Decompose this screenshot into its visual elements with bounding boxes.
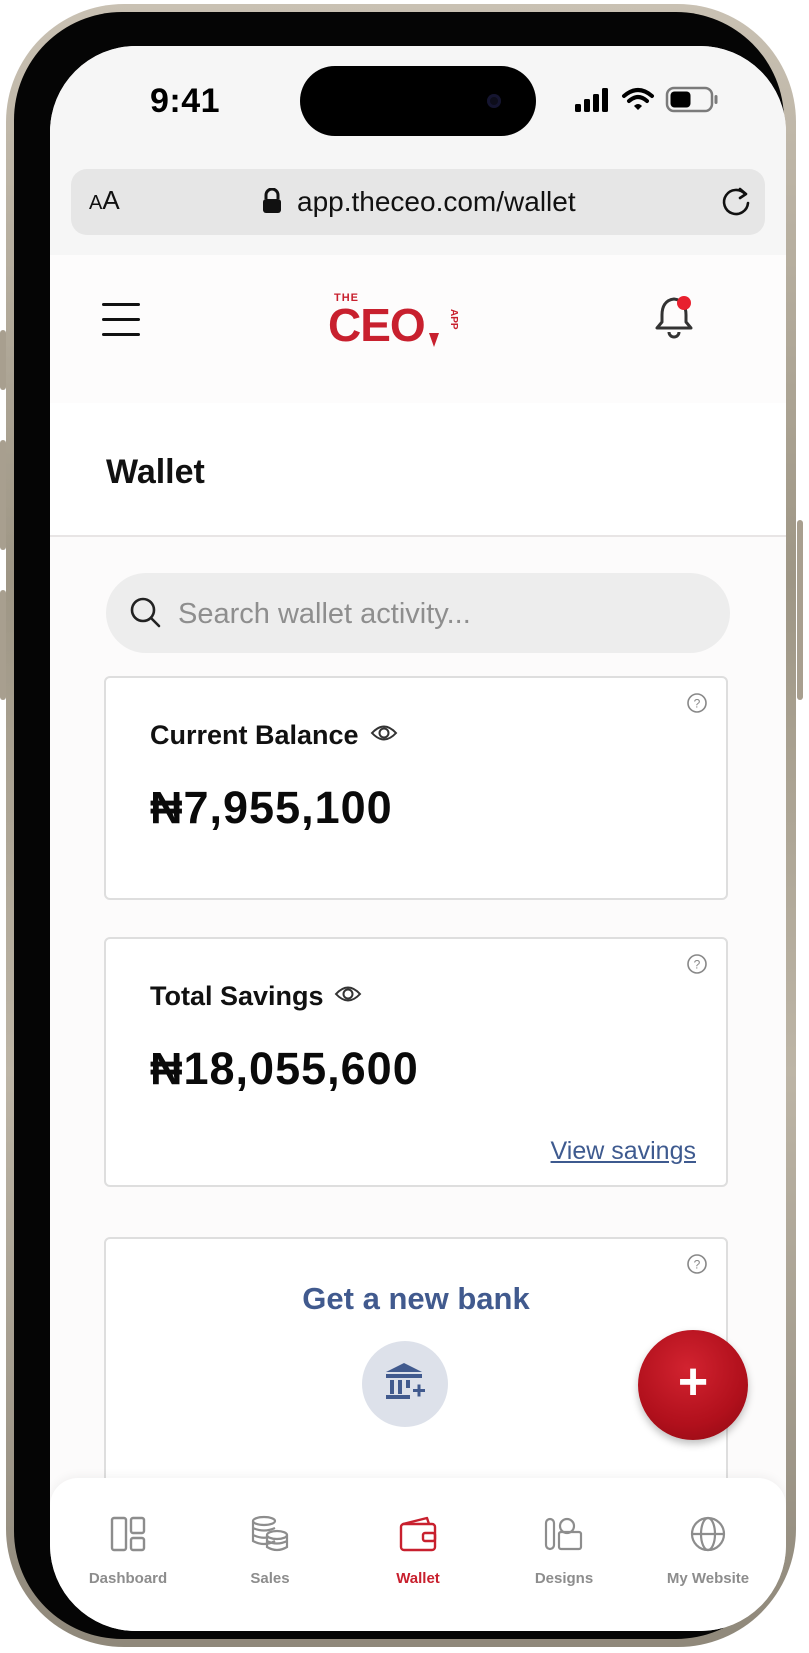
view-savings-link[interactable]: View savings [551,1137,696,1166]
tab-label: Wallet [396,1570,440,1587]
bank-add-icon[interactable] [362,1341,448,1427]
help-icon[interactable]: ? [686,692,708,719]
current-balance-amount: ₦7,955,100 [150,782,393,833]
browser-bar: 9:41 AA app.theceo.com/wallet [50,46,786,255]
wallet-icon [348,1514,488,1559]
url-text[interactable]: app.theceo.com/wallet [297,186,576,218]
total-savings-amount: ₦18,055,600 [150,1043,419,1094]
menu-icon[interactable] [102,303,140,337]
svg-text:APP: APP [448,309,459,330]
add-fab-button[interactable]: + [638,1330,748,1440]
title-bar: Wallet [50,403,786,537]
current-balance-label: Current Balance [150,720,359,750]
notification-dot [677,296,691,310]
tab-dashboard[interactable]: Dashboard [58,1478,198,1598]
tab-label: Dashboard [88,1570,168,1587]
eye-icon[interactable] [370,722,398,749]
coins-icon [200,1514,340,1559]
svg-text:?: ? [694,958,701,972]
search-bar[interactable] [106,573,730,653]
help-icon[interactable]: ? [686,953,708,980]
phone-bezel: 9:41 AA app.theceo.com/wallet THE CEO AP… [14,12,786,1639]
tab-label: Designs [534,1570,594,1587]
lock-icon [261,187,283,219]
svg-text:?: ? [694,697,701,711]
svg-text:?: ? [694,1258,701,1272]
status-time: 9:41 [150,82,221,120]
search-input[interactable] [176,587,700,641]
current-balance-card: ? Current Balance ₦7,955,100 [104,676,728,900]
help-icon[interactable]: ? [686,1253,708,1280]
page-title: Wallet [106,453,205,491]
bottom-tab-bar: Dashboard Sales Wallet Designs My Websit… [50,1478,786,1631]
volume-up-button [0,440,6,550]
action-button [0,330,6,390]
search-icon [130,597,161,628]
screen: 9:41 AA app.theceo.com/wallet THE CEO AP… [50,46,786,1631]
ceo-app-logo[interactable]: THE CEO APP [326,289,466,356]
notification-bell-icon[interactable] [654,293,698,344]
tab-label: Sales [250,1570,290,1587]
new-bank-card[interactable]: ? Get a new bank [104,1237,728,1497]
total-savings-card: ? Total Savings ₦18,055,600 View savings [104,937,728,1187]
eye-icon[interactable] [334,983,362,1010]
text-size-button[interactable]: AA [89,185,120,216]
reload-icon[interactable] [719,185,753,224]
signal-wifi-battery-icon [575,86,718,113]
tab-designs[interactable]: Designs [494,1478,634,1598]
volume-down-button [0,590,6,700]
designs-icon [494,1514,634,1559]
status-icons [575,85,725,120]
address-bar[interactable]: AA app.theceo.com/wallet [71,169,765,235]
tab-sales[interactable]: Sales [200,1478,340,1598]
dashboard-icon [58,1514,198,1559]
tab-label: My Website [666,1570,750,1587]
tab-wallet[interactable]: Wallet [348,1478,488,1598]
globe-icon [638,1514,778,1559]
front-camera [487,94,501,108]
tab-my-website[interactable]: My Website [638,1478,778,1598]
app-header: THE CEO APP [50,255,786,403]
plus-icon: + [677,1353,709,1411]
power-button [797,520,803,700]
svg-text:CEO: CEO [328,299,425,351]
new-bank-title: Get a new bank [302,1281,530,1316]
dynamic-island [300,66,536,136]
total-savings-label: Total Savings [150,981,324,1011]
